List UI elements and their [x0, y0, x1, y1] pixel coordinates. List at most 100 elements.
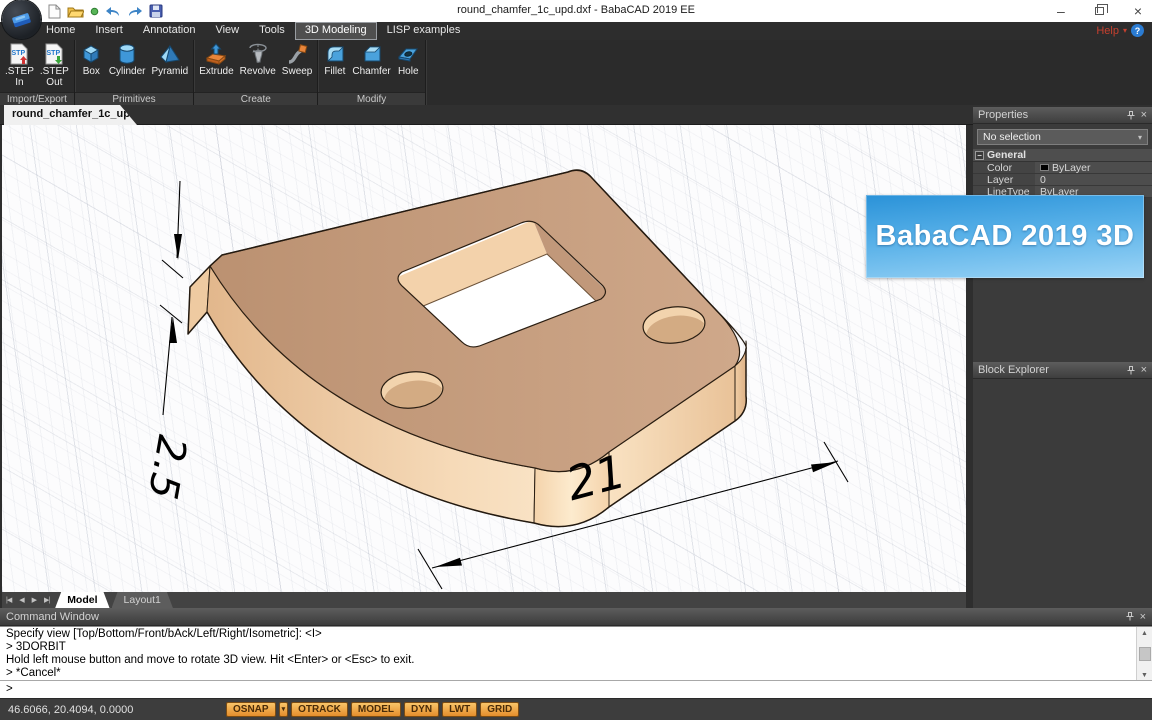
- button-label: Hole: [398, 66, 419, 77]
- ribbon-buttons: STP.STEP InSTP.STEP Out: [0, 40, 74, 92]
- properties-panel-header: Properties ×: [973, 107, 1152, 124]
- tab-annotation[interactable]: Annotation: [133, 22, 206, 40]
- title-bar: round_chamfer_1c_upd.dxf - BabaCAD 2019 …: [0, 0, 1152, 22]
- fillet-button[interactable]: Fillet: [321, 42, 348, 78]
- scroll-up-icon[interactable]: ▲: [1137, 627, 1152, 639]
- help-menu[interactable]: Help ▾ ?: [1096, 24, 1144, 37]
- help-question-icon[interactable]: ?: [1131, 24, 1144, 37]
- selection-dropdown[interactable]: No selection ▾: [977, 129, 1148, 145]
- button-label: Pyramid: [152, 66, 189, 77]
- scrollbar-thumb[interactable]: [1139, 647, 1151, 661]
- toggle-grid[interactable]: GRID: [480, 702, 519, 717]
- button-label: Fillet: [324, 66, 345, 77]
- button-label: Sweep: [282, 66, 313, 77]
- ribbon-group-modify: Fillet Chamfer Hole Modify: [318, 40, 425, 105]
- chamfer-button[interactable]: Chamfer: [350, 42, 392, 78]
- tab-lisp-examples[interactable]: LISP examples: [377, 22, 471, 40]
- group-label-create: Create: [194, 92, 317, 105]
- status-toggles: OSNAP▾OTRACKMODELDYNLWTGRID: [226, 702, 519, 717]
- new-file-icon[interactable]: [48, 3, 61, 19]
- scrollbar[interactable]: ▲ ▼: [1136, 627, 1152, 681]
- property-row-layer[interactable]: Layer0: [973, 174, 1152, 186]
- close-button[interactable]: ×: [1134, 3, 1142, 19]
- revolve-button[interactable]: Revolve: [238, 42, 278, 78]
- group-label-modify: Modify: [318, 92, 424, 105]
- button-label: Revolve: [240, 66, 276, 77]
- help-label[interactable]: Help: [1096, 25, 1119, 37]
- 3d-model: 21 2.5: [2, 125, 966, 592]
- right-dock: Properties × No selection ▾ − General Co…: [973, 107, 1152, 608]
- document-tab[interactable]: round_chamfer_1c_upd.dxf: [4, 105, 137, 125]
- cylinder-button[interactable]: Cylinder: [107, 42, 148, 78]
- menu-bar: HomeInsertAnnotationViewTools3D Modeling…: [0, 22, 1152, 40]
- pin-icon[interactable]: [1126, 612, 1134, 621]
- minimize-button[interactable]: –: [1057, 3, 1065, 19]
- properties-group-general[interactable]: − General: [973, 149, 1152, 162]
- hole-button[interactable]: Hole: [395, 42, 422, 78]
- box-icon: [80, 43, 102, 65]
- save-icon[interactable]: [149, 3, 163, 19]
- restore-button[interactable]: [1095, 7, 1104, 15]
- toggle-osnap[interactable]: OSNAP: [226, 702, 276, 717]
- toggle-model[interactable]: MODEL: [351, 702, 401, 717]
- property-value[interactable]: 0: [1035, 174, 1152, 185]
- tab-home[interactable]: Home: [36, 22, 85, 40]
- tab-tools[interactable]: Tools: [249, 22, 295, 40]
- pyramid-button[interactable]: Pyramid: [150, 42, 191, 78]
- command-line: > 3DORBIT: [6, 641, 1132, 654]
- property-row-color[interactable]: ColorByLayer: [973, 162, 1152, 174]
- sheet-tab-model[interactable]: Model: [55, 592, 109, 608]
- ribbon-groups: STP.STEP InSTP.STEP OutImport/ExportBoxC…: [0, 40, 1152, 105]
- toggle-dyn[interactable]: DYN: [404, 702, 439, 717]
- chamfer-icon: [361, 43, 383, 65]
- tab-3d-modeling[interactable]: 3D Modeling: [295, 22, 377, 40]
- osnap-dropdown-icon[interactable]: ▾: [279, 702, 289, 717]
- undo-icon[interactable]: [105, 3, 121, 19]
- babacad-logo-icon: [10, 8, 34, 32]
- sheet-tab-layout1[interactable]: Layout1: [112, 592, 173, 608]
- group-label-primitives: Primitives: [75, 92, 193, 105]
- next-sheet-icon[interactable]: ▶: [28, 592, 40, 608]
- pin-icon[interactable]: [1127, 366, 1135, 375]
- app-logo-icon[interactable]: [2, 0, 41, 39]
- close-icon[interactable]: ×: [1141, 110, 1147, 120]
- sweep-button[interactable]: Sweep: [280, 42, 315, 78]
- tab-insert[interactable]: Insert: [85, 22, 133, 40]
- ribbon-buttons: BoxCylinder Pyramid: [75, 40, 193, 92]
- box-button[interactable]: Box: [78, 42, 105, 78]
- open-folder-icon[interactable]: [67, 3, 84, 19]
- step-in-icon: STP: [8, 43, 30, 65]
- dimension-thickness-label: 2.5: [139, 432, 195, 503]
- ribbon-group-create: Extrude Revolve Sweep Create: [194, 40, 318, 105]
- tab-view[interactable]: View: [205, 22, 249, 40]
- pin-icon[interactable]: [1127, 111, 1135, 120]
- redo-icon[interactable]: [127, 3, 143, 19]
- toggle-lwt[interactable]: LWT: [442, 702, 477, 717]
- property-value[interactable]: ByLayer: [1035, 162, 1152, 173]
- last-sheet-icon[interactable]: ▶|: [40, 592, 53, 608]
- model-viewport[interactable]: 21 2.5: [2, 125, 966, 592]
- extrude-button[interactable]: Extrude: [197, 42, 235, 78]
- properties-grid: ColorByLayerLayer0LineTypeByLayer: [973, 162, 1152, 198]
- step-out-icon: STP: [43, 43, 65, 65]
- command-line: > *Cancel*: [6, 667, 1132, 680]
- chevron-down-icon: ▾: [1138, 133, 1142, 142]
- prev-sheet-icon[interactable]: ◀: [15, 592, 27, 608]
- button-label: Chamfer: [352, 66, 390, 77]
- close-icon[interactable]: ×: [1141, 365, 1147, 375]
- sheet-tab-bar: |◀◀▶▶|ModelLayout1: [2, 592, 966, 608]
- first-sheet-icon[interactable]: |◀: [2, 592, 15, 608]
- collapse-icon[interactable]: −: [975, 151, 984, 160]
- coordinate-readout: 46.6066, 20.4094, 0.0000: [8, 704, 133, 716]
- quick-access-toolbar: [48, 3, 163, 19]
- step-in-button[interactable]: STP.STEP In: [3, 42, 36, 89]
- button-label: .STEP In: [5, 66, 34, 88]
- command-history[interactable]: Specify view [Top/Bottom/Front/bAck/Left…: [0, 626, 1152, 680]
- command-line: Specify view [Top/Bottom/Front/bAck/Left…: [6, 628, 1132, 641]
- close-icon[interactable]: ×: [1140, 612, 1146, 622]
- record-icon[interactable]: [90, 3, 99, 19]
- step-out-button[interactable]: STP.STEP Out: [38, 42, 71, 89]
- chevron-down-icon[interactable]: ▾: [1123, 26, 1127, 35]
- command-input[interactable]: >: [0, 680, 1152, 698]
- toggle-otrack[interactable]: OTRACK: [291, 702, 348, 717]
